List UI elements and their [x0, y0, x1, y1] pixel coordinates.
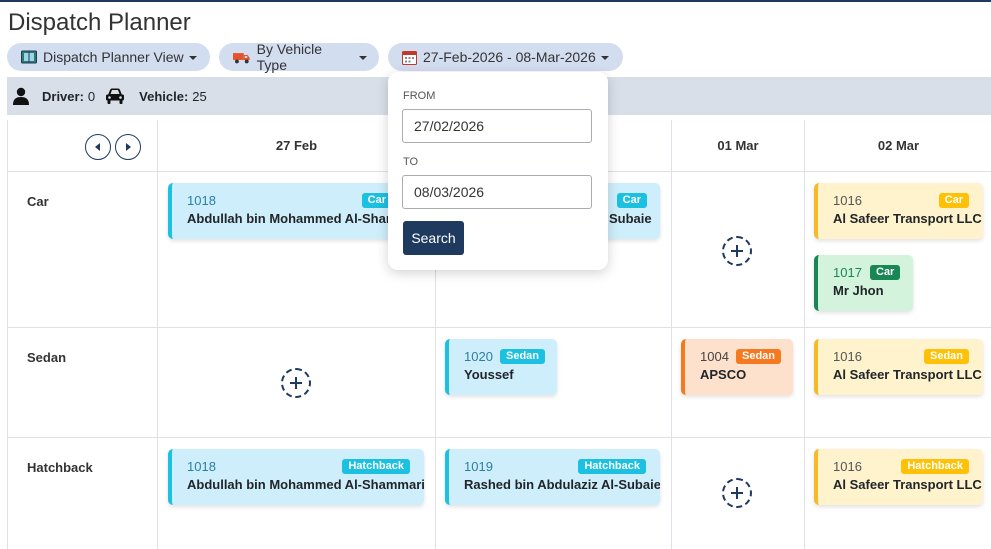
from-label: FROM [403, 90, 436, 102]
dispatch-card[interactable]: 1004 APSCO Sedan [681, 339, 793, 395]
dispatch-card[interactable]: 1018 Abdullah bin Mohammed Al-Shammari C… [168, 183, 400, 239]
plus-icon [731, 245, 743, 257]
driver-label: Driver: [42, 88, 84, 104]
next-button[interactable] [115, 134, 141, 160]
top-border [0, 0, 991, 2]
plus-icon [731, 487, 743, 499]
page-title: Dispatch Planner [8, 9, 191, 36]
add-dispatch-button[interactable] [722, 478, 752, 508]
vehicle-type-badge: Sedan [736, 349, 782, 364]
vehicle-type-badge: Sedan [500, 349, 546, 364]
card-name: Abdullah bin Mohammed Al-Shammari [187, 477, 424, 492]
truck-icon [233, 52, 250, 63]
vehicle-label: Vehicle: [139, 88, 189, 104]
card-name: Youssef [464, 367, 514, 382]
dispatch-card[interactable]: 1016 Al Safeer Transport LLC Car [814, 183, 983, 239]
chevron-down-icon [600, 56, 609, 60]
vehicle-count: 25 [192, 88, 207, 104]
card-name: Subaie [609, 211, 652, 226]
vehicle-type-badge: Car [616, 193, 647, 208]
chevron-down-icon [188, 56, 197, 60]
to-date-input[interactable] [402, 175, 592, 209]
date-range-popup: FROM TO Search [388, 72, 608, 270]
dispatch-card[interactable]: 1017 Mr Jhon Car [814, 255, 913, 311]
vehicle-type-badge: Car [870, 265, 901, 280]
dispatch-card[interactable]: 1019 Rashed bin Abdulaziz Al-Subaie Hatc… [445, 449, 660, 505]
date-range-label: 27-Feb-2026 - 08-Mar-2026 [423, 49, 596, 65]
card-name: APSCO [700, 367, 747, 382]
add-dispatch-button[interactable] [722, 236, 752, 266]
prev-button[interactable] [85, 134, 111, 160]
date-range-dropdown[interactable]: 27-Feb-2026 - 08-Mar-2026 [388, 43, 623, 71]
to-label: TO [403, 156, 419, 168]
plus-icon [290, 377, 302, 389]
chevron-down-icon [359, 56, 367, 60]
from-date-input[interactable] [402, 109, 592, 143]
group-dropdown[interactable]: By Vehicle Type [219, 41, 379, 73]
vehicle-type-badge: Hatchback [342, 459, 410, 474]
column-header: 01 Mar [672, 120, 805, 172]
calendar-icon [402, 50, 417, 65]
map-book-icon [21, 50, 37, 64]
card-name: Al Safeer Transport LLC [833, 367, 982, 382]
vehicle-type-badge: Sedan [923, 349, 969, 364]
view-dropdown-label: Dispatch Planner View [43, 49, 184, 65]
view-dropdown[interactable]: Dispatch Planner View [7, 43, 210, 71]
card-name: Al Safeer Transport LLC [833, 477, 982, 492]
card-name: Abdullah bin Mohammed Al-Shammari [187, 211, 400, 226]
driver-count: 0 [87, 88, 96, 104]
car-icon [106, 88, 125, 104]
dispatch-card[interactable]: Subaie Car [600, 183, 660, 239]
search-button[interactable]: Search [403, 221, 464, 255]
dispatch-card[interactable]: 1016 Al Safeer Transport LLC Hatchback [814, 449, 983, 505]
add-dispatch-button[interactable] [281, 368, 311, 398]
person-icon [13, 87, 29, 105]
vehicle-type-badge: Hatchback [901, 459, 969, 474]
row-label-car: Car [8, 172, 158, 328]
card-name: Mr Jhon [833, 283, 884, 298]
dispatch-card[interactable]: 1016 Al Safeer Transport LLC Sedan [814, 339, 983, 395]
column-header: 02 Mar [805, 120, 991, 172]
chevron-right-icon [126, 143, 131, 151]
vehicle-type-badge: Hatchback [578, 459, 646, 474]
card-name: Rashed bin Abdulaziz Al-Subaie [464, 477, 660, 492]
card-name: Al Safeer Transport LLC [833, 211, 982, 226]
dispatch-card[interactable]: 1020 Youssef Sedan [445, 339, 557, 395]
vehicle-type-badge: Car [938, 193, 969, 208]
row-label-hatchback: Hatchback [8, 438, 158, 549]
nav-header-cell [8, 120, 158, 172]
dispatch-card[interactable]: 1018 Abdullah bin Mohammed Al-Shammari H… [168, 449, 424, 505]
group-dropdown-label: By Vehicle Type [256, 41, 323, 73]
row-label-sedan: Sedan [8, 328, 158, 438]
chevron-left-icon [95, 143, 100, 151]
